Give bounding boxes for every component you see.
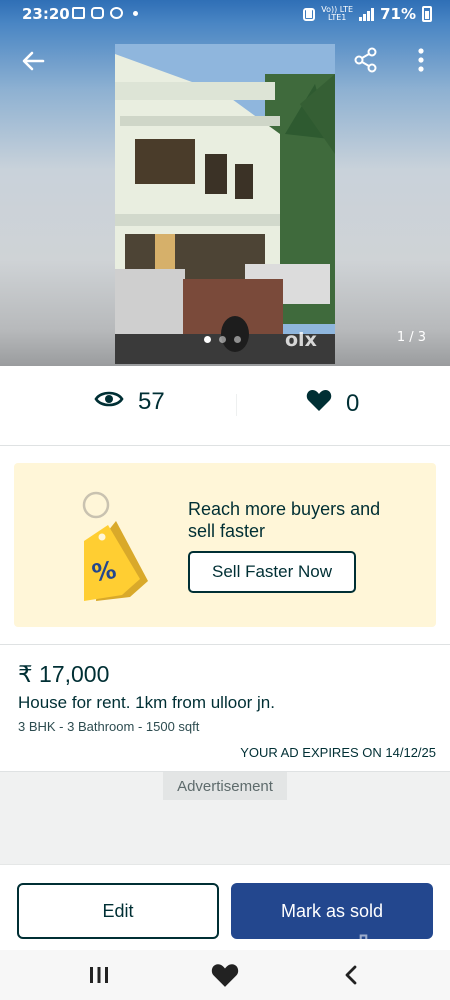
promo-title: Reach more buyers and sell faster: [188, 499, 381, 541]
listing-meta: 3 BHK - 3 Bathroom - 1500 sqft: [18, 719, 200, 734]
heart-icon: [306, 388, 332, 419]
recent-apps-icon[interactable]: [84, 960, 114, 990]
gallery-dot: [219, 336, 226, 343]
listing-title: House for rent. 1km from ulloor jn.: [18, 693, 275, 712]
share-icon[interactable]: [352, 46, 380, 74]
svg-text:olx: olx: [285, 329, 317, 351]
image-counter: 1 / 3: [396, 330, 426, 345]
views-stat: 57: [94, 388, 165, 416]
status-time: 23:20: [22, 5, 70, 23]
ad-expiry: YOUR AD EXPIRES ON 14/12/25: [240, 745, 436, 760]
advertisement-slot: Advertisement: [0, 772, 450, 864]
more-vert-icon[interactable]: [410, 46, 432, 74]
edit-button[interactable]: Edit: [17, 883, 219, 939]
alarm-icon: [303, 7, 316, 21]
sell-faster-button[interactable]: Sell Faster Now: [188, 551, 356, 593]
notification-icons: [72, 7, 138, 19]
gallery-dots: [204, 336, 241, 343]
listing-price: ₹ 17,000: [18, 661, 110, 687]
status-right: Vo)) LTE LTE1 71%: [303, 5, 432, 23]
back-chevron-icon[interactable]: [336, 960, 366, 990]
olx-watermark: olx: [283, 327, 325, 351]
gallery-dot: [234, 336, 241, 343]
home-heart-icon[interactable]: [210, 960, 240, 990]
signal-icon: [359, 7, 375, 21]
instagram-notification-icon: [91, 7, 104, 19]
battery-icon: [422, 6, 432, 22]
app-notification-icon: [110, 7, 123, 19]
gallery-dot: [204, 336, 211, 343]
svg-text:%: %: [90, 556, 119, 588]
system-nav-bar: [0, 950, 450, 1000]
more-notifications-icon: [133, 10, 138, 16]
promo-banner: % Reach more buyers and sell faster Sell…: [14, 463, 436, 627]
listing-details: ₹ 17,000 House for rent. 1km from ulloor…: [0, 644, 450, 772]
back-arrow-icon[interactable]: [18, 46, 48, 76]
gallery-notification-icon: [72, 7, 85, 19]
advertisement-label: Advertisement: [163, 772, 287, 800]
image-gallery[interactable]: 23:20 Vo)) LTE LTE1 71% olx 1 / 3: [0, 0, 450, 366]
status-bar: 23:20 Vo)) LTE LTE1 71%: [0, 0, 450, 30]
ad-stats: 57 0: [0, 366, 450, 446]
likes-stat: 0: [306, 388, 359, 419]
views-count: 57: [138, 388, 165, 415]
network-indicator: Vo)) LTE LTE1: [321, 5, 354, 22]
battery-percent: 71%: [380, 5, 416, 23]
percent-tag-icon: %: [78, 491, 154, 601]
listing-photo[interactable]: [115, 44, 335, 364]
likes-count: 0: [346, 389, 360, 417]
stats-divider: [236, 394, 237, 416]
eye-icon: [94, 388, 124, 416]
